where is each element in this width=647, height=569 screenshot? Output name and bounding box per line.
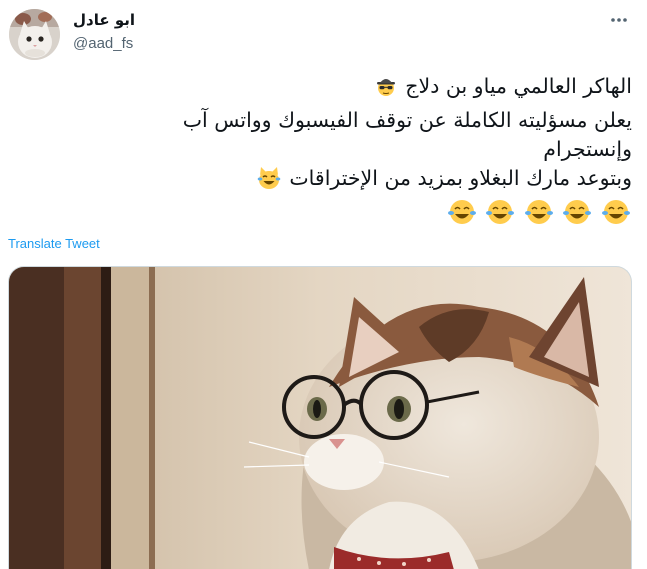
author-block[interactable]: ابو عادل @aad_fs xyxy=(73,10,135,54)
translate-tweet-link[interactable]: Translate Tweet xyxy=(8,236,100,251)
joy-emoji-icon xyxy=(485,198,515,234)
tweet-text: الهاكر العالمي مياو بن دلاج يعلن مسؤليته… xyxy=(8,72,632,234)
tweet-line-1: الهاكر العالمي مياو بن دلاج xyxy=(8,72,632,106)
tweet-media-photo[interactable] xyxy=(8,266,632,569)
user-handle[interactable]: @aad_fs xyxy=(73,34,135,54)
avatar-cat-image xyxy=(9,9,60,60)
tweet-line-1-text: الهاكر العالمي مياو بن دلاج xyxy=(405,74,632,98)
cat-with-glasses-photo xyxy=(9,267,631,569)
tweet-line-2: يعلن مسؤليته الكاملة عن توقف الفيسبوك وو… xyxy=(182,108,632,132)
joy-emoji-icon xyxy=(447,198,477,234)
ellipsis-icon xyxy=(611,18,627,22)
detective-emoji-icon xyxy=(374,74,398,106)
crying-laughing-cat-emoji-icon xyxy=(256,166,282,198)
tweet-line-3: وإنستجرام xyxy=(543,137,632,161)
more-options-button[interactable] xyxy=(606,10,632,30)
tweet-line-4: وبتوعد مارك البغلاو بمزيد من الإختراقات xyxy=(8,164,632,198)
joy-emoji-icon xyxy=(524,198,554,234)
tweet-line-4-text: وبتوعد مارك البغلاو بمزيد من الإختراقات xyxy=(289,166,632,190)
joy-emoji-icon xyxy=(562,198,592,234)
display-name[interactable]: ابو عادل xyxy=(73,10,135,30)
tweet[interactable]: ابو عادل @aad_fs الهاكر العالمي مياو بن … xyxy=(0,0,647,569)
joy-emoji-icon xyxy=(601,198,631,234)
tweet-line-5-emojis xyxy=(8,198,632,234)
avatar[interactable] xyxy=(9,9,60,60)
